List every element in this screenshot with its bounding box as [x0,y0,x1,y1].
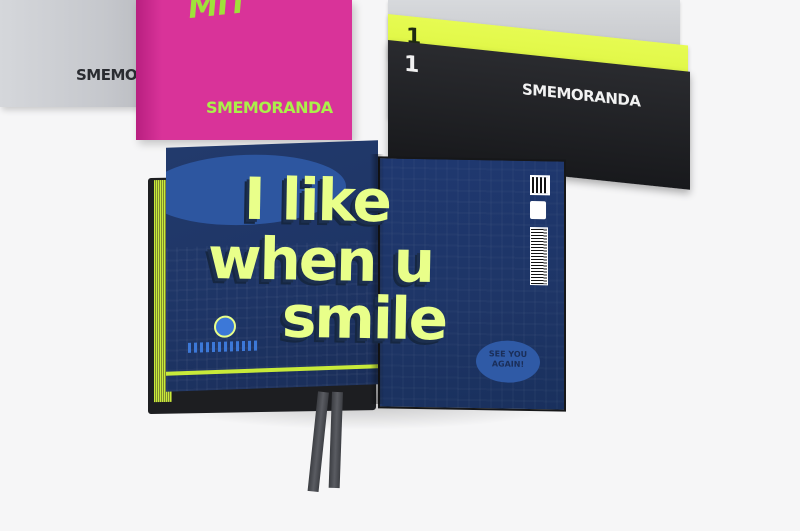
stack-black-logo: SMEMORANDA [522,80,641,111]
barcode-icon [530,227,548,286]
fsc-logo-icon [530,201,546,220]
magenta-cover-lettering: MIT [186,0,250,27]
stack-black-spine-number: 1 [404,51,420,79]
product-photo: SMEMORANDA MIT SMEMORANDA SMEMORANDA 1 S… [0,0,800,531]
speech-bubble: SEE YOU AGAIN! [476,340,540,384]
headline-line-3: smile [281,282,447,354]
qr-code-icon [530,175,550,196]
magenta-book: MIT SMEMORANDA [136,0,352,140]
silver-book: SMEMORANDA [0,0,195,107]
bubble-text-line2: AGAIN! [491,359,525,369]
open-planner: SEE YOU AGAIN! I like when u smile [148,140,574,430]
ribbon-bookmark-right [328,391,343,489]
magenta-book-logo: SMEMORANDA [206,98,333,117]
